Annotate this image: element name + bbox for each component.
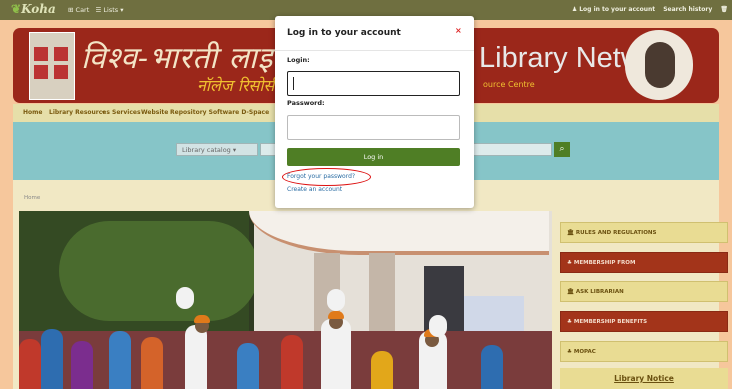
cart-icon: ⊞	[68, 6, 74, 14]
caret-down-icon: ▾	[102, 109, 106, 116]
lists-label[interactable]: Lists	[103, 6, 118, 14]
lists-icon: ☰	[95, 6, 102, 14]
nav-item-home[interactable]: Home	[23, 109, 42, 116]
user-links: ♟ Log in to your account Search history 🗑	[566, 6, 728, 13]
hero-photo	[19, 211, 552, 389]
password-label: Password:	[287, 99, 325, 107]
nav-item-repository[interactable]: Repository Software D-Space	[170, 109, 269, 116]
institution-icon: 🏛	[567, 230, 574, 236]
create-account-link[interactable]: Create an account	[287, 186, 342, 193]
main-content: Home 🏛 RULES AND REGULATIONS ♣ MEMBERSHI…	[13, 180, 728, 389]
sidebar-item-membership-benefits[interactable]: ♣ MEMBERSHIP BENEFITS	[560, 311, 728, 332]
library-notice-heading[interactable]: Library Notice	[560, 368, 728, 389]
cart-menu[interactable]: ⊞ Cart ☰ Lists ▾	[68, 6, 123, 14]
university-seal-logo	[29, 32, 75, 100]
modal-header: Log in to your account ×	[275, 16, 474, 51]
banner-subtitle-hindi: नॉलेज रिसोर्स	[197, 76, 275, 95]
cart-label[interactable]: Cart	[76, 6, 90, 14]
login-input[interactable]	[287, 71, 460, 96]
caret-down-icon: ▾	[120, 6, 124, 14]
password-input[interactable]	[287, 115, 460, 140]
users-icon: ♣	[567, 260, 572, 266]
close-icon[interactable]: ×	[455, 26, 462, 35]
users-icon: ♣	[567, 319, 572, 325]
user-icon: ♟	[571, 6, 578, 13]
login-modal: Log in to your account × Login: Password…	[275, 16, 474, 208]
breadcrumb[interactable]: Home	[24, 195, 40, 201]
login-label: Login:	[287, 56, 310, 64]
sidebar-item-rules[interactable]: 🏛 RULES AND REGULATIONS	[560, 222, 728, 243]
koha-logo[interactable]: ❦Koha	[11, 2, 56, 16]
institution-icon: 🏛	[567, 289, 574, 295]
login-button[interactable]: Log in	[287, 148, 460, 166]
koha-logo-text: Koha	[21, 2, 56, 16]
sidebar-item-membership-from[interactable]: ♣ MEMBERSHIP FROM	[560, 252, 728, 273]
text-caret	[293, 77, 294, 90]
banner-subtitle-english: ource Centre	[483, 80, 535, 89]
sidebar-item-mopac[interactable]: ♣ MOPAC	[560, 341, 728, 362]
login-link[interactable]: Log in to your account	[579, 6, 655, 13]
trash-icon[interactable]: 🗑	[720, 6, 728, 13]
nav-item-services[interactable]: Services	[112, 109, 141, 116]
users-icon: ♣	[567, 349, 572, 355]
portrait-image	[625, 30, 693, 100]
highlight-ring	[282, 168, 371, 186]
search-history-link[interactable]: Search history	[663, 6, 712, 13]
search-icon: ⌕	[559, 144, 565, 154]
catalog-select[interactable]: Library catalog ▾	[176, 143, 258, 156]
leaf-icon: ❦	[11, 2, 22, 16]
search-button[interactable]: ⌕	[554, 142, 570, 157]
nav-item-website[interactable]: Website	[141, 109, 168, 116]
nav-item-library-resources[interactable]: Library Resources	[49, 109, 110, 116]
modal-title: Log in to your account	[287, 28, 401, 38]
sidebar-item-ask-librarian[interactable]: 🏛 ASK LIBRARIAN	[560, 281, 728, 302]
